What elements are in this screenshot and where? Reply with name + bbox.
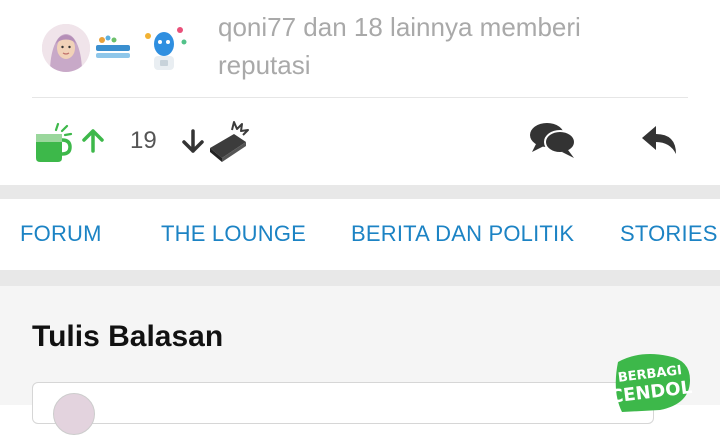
nav-item-forum[interactable]: FORUM xyxy=(20,221,102,247)
nav-item-the-lounge[interactable]: THE LOUNGE xyxy=(161,221,306,247)
upvote-arrow-icon[interactable] xyxy=(80,128,106,154)
divider xyxy=(32,97,688,98)
reputation-text[interactable]: qoni77 dan 18 lainnya memberi reputasi xyxy=(218,8,658,84)
nav-item-stories[interactable]: STORIES F xyxy=(620,221,720,247)
nav-item-berita-dan-politik[interactable]: BERITA DAN POLITIK xyxy=(351,221,574,247)
kabar-banyuwangi-logo[interactable] xyxy=(92,30,134,66)
robot-mascot-avatar[interactable] xyxy=(140,22,190,72)
reply-section: Tulis Balasan BERBAGI CENDOL xyxy=(0,286,720,435)
section-separator xyxy=(0,270,720,286)
reputation-avatars[interactable] xyxy=(40,22,200,74)
user-avatar[interactable] xyxy=(42,24,90,72)
reply-input[interactable] xyxy=(32,382,654,435)
comment-icon[interactable] xyxy=(528,120,578,160)
vote-count: 19 xyxy=(130,127,157,154)
reply-title: Tulis Balasan xyxy=(32,320,224,353)
section-separator xyxy=(0,185,720,199)
avatar xyxy=(53,393,95,435)
reputation-section: qoni77 dan 18 lainnya memberi reputasi 1… xyxy=(0,0,720,185)
bata-brick-icon[interactable] xyxy=(206,118,252,162)
berbagi-cendol-badge[interactable]: BERBAGI CENDOL xyxy=(609,352,693,412)
reply-arrow-icon[interactable] xyxy=(640,122,680,158)
cendol-icon[interactable] xyxy=(32,120,74,164)
category-nav: FORUM THE LOUNGE BERITA DAN POLITIK STOR… xyxy=(0,199,720,270)
downvote-arrow-icon[interactable] xyxy=(180,128,206,154)
post-actions: 19 xyxy=(0,110,720,174)
